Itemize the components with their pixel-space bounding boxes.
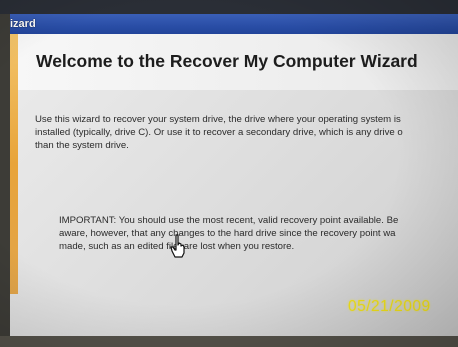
hand-cursor-icon	[170, 234, 185, 258]
monitor-bezel-top	[0, 0, 458, 14]
window-titlebar[interactable]: izard	[6, 14, 458, 34]
monitor-bezel-left	[0, 14, 10, 347]
wizard-intro-text: Use this wizard to recover your system d…	[35, 114, 403, 151]
wizard-heading: Welcome to the Recover My Computer Wizar…	[36, 51, 418, 71]
monitor-bezel-bottom	[0, 336, 458, 347]
wizard-side-strip	[10, 34, 18, 294]
wizard-important-text: IMPORTANT: You should use the most recen…	[59, 215, 399, 252]
photo-date-stamp: 05/21/2009	[348, 298, 431, 315]
window-title: izard	[10, 18, 36, 30]
